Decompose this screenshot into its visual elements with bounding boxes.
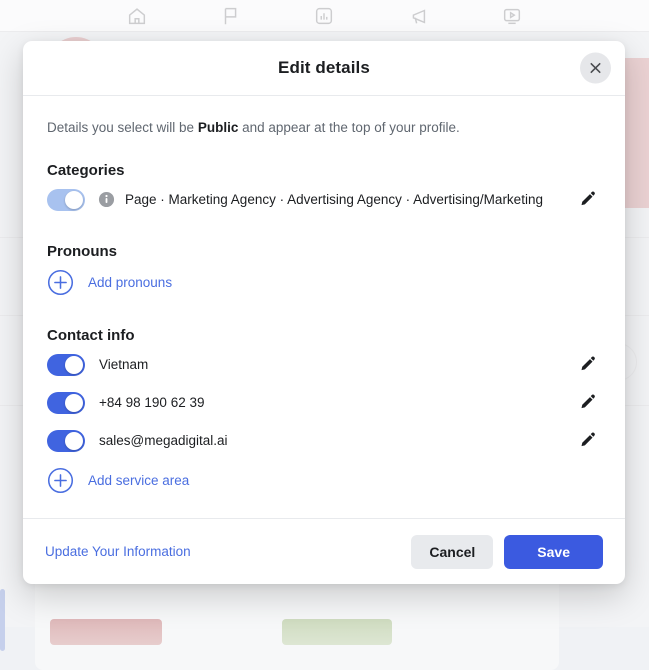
edit-email-pencil-icon[interactable]: [574, 427, 601, 454]
section-title-pronouns: Pronouns: [47, 243, 601, 260]
contact-email-value: sales@megadigital.ai: [99, 433, 228, 448]
plus-circle-icon: [47, 269, 74, 296]
toggle-knob: [65, 191, 83, 209]
contact-email-toggle[interactable]: [47, 430, 85, 452]
dialog-header: Edit details: [23, 41, 625, 96]
categories-row: Page · Marketing Agency · Advertising Ag…: [47, 181, 601, 219]
toggle-knob: [65, 394, 83, 412]
add-pronouns-label: Add pronouns: [88, 275, 172, 290]
contact-country-value: Vietnam: [99, 357, 148, 372]
contact-phone-toggle[interactable]: [47, 392, 85, 414]
contact-country-toggle[interactable]: [47, 354, 85, 376]
privacy-note: Details you select will be Public and ap…: [47, 96, 601, 138]
megaphone-icon[interactable]: [407, 5, 429, 27]
contact-row-phone: +84 98 190 62 39: [47, 384, 601, 422]
video-icon[interactable]: [501, 5, 523, 27]
contact-phone-value: +84 98 190 62 39: [99, 395, 204, 410]
flag-icon[interactable]: [220, 5, 242, 27]
edit-categories-pencil-icon[interactable]: [574, 186, 601, 213]
home-icon[interactable]: [126, 5, 148, 27]
dialog-scroll-body[interactable]: Details you select will be Public and ap…: [23, 96, 625, 518]
save-button[interactable]: Save: [504, 535, 603, 569]
categories-value: Page · Marketing Agency · Advertising Ag…: [125, 192, 543, 207]
edit-country-pencil-icon[interactable]: [574, 351, 601, 378]
contact-row-country: Vietnam: [47, 346, 601, 384]
toggle-knob: [65, 356, 83, 374]
info-icon[interactable]: [98, 191, 115, 208]
privacy-note-after: and appear at the top of your profile.: [238, 120, 459, 135]
background-thumbnail-green: [282, 619, 392, 645]
add-service-area-label: Add service area: [88, 473, 189, 488]
section-title-contact-info: Contact info: [47, 327, 601, 344]
privacy-note-before: Details you select will be: [47, 120, 198, 135]
bar-chart-icon[interactable]: [313, 5, 335, 27]
page-scrollbar[interactable]: [0, 589, 5, 651]
toggle-knob: [65, 432, 83, 450]
privacy-note-public: Public: [198, 120, 239, 135]
edit-details-dialog: Edit details Details you select will be …: [23, 41, 625, 584]
contact-row-email: sales@megadigital.ai: [47, 422, 601, 460]
plus-circle-icon: [47, 467, 74, 494]
add-service-area-button[interactable]: Add service area: [47, 460, 189, 501]
dialog-footer: Update Your Information Cancel Save: [23, 518, 625, 584]
footer-actions: Cancel Save: [411, 535, 603, 569]
edit-phone-pencil-icon[interactable]: [574, 389, 601, 416]
background-top-nav: [0, 0, 649, 32]
add-pronouns-button[interactable]: Add pronouns: [47, 262, 172, 303]
close-icon[interactable]: [580, 53, 611, 84]
section-title-categories: Categories: [47, 162, 601, 179]
dialog-title: Edit details: [278, 58, 370, 78]
categories-toggle[interactable]: [47, 189, 85, 211]
cancel-button[interactable]: Cancel: [411, 535, 493, 569]
update-your-information-link[interactable]: Update Your Information: [45, 544, 191, 559]
background-thumbnail-pink: [50, 619, 162, 645]
